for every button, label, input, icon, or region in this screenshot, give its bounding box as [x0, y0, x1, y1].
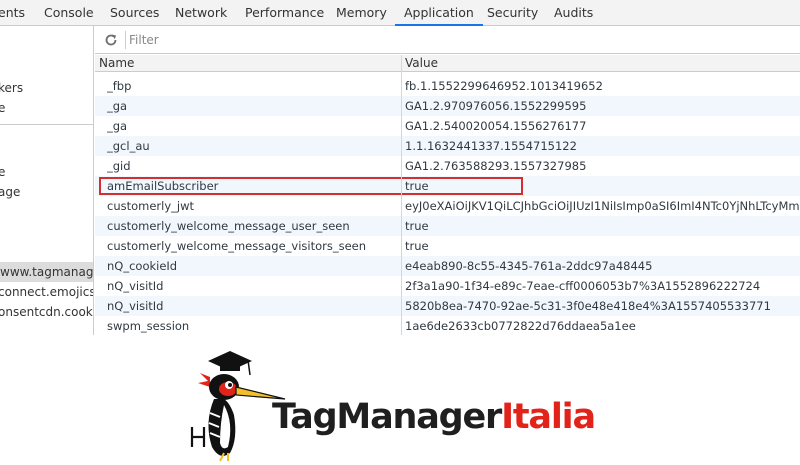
- cookie-value: GA1.2.540020054.1556276177: [405, 119, 587, 133]
- tab-performance[interactable]: Performance: [245, 0, 324, 26]
- sidebar-item-session-storage[interactable]: age: [0, 182, 20, 202]
- cookie-filter-bar: [95, 26, 800, 54]
- table-row[interactable]: _gid GA1.2.763588293.1557327985: [95, 156, 800, 176]
- table-row-highlighted[interactable]: amEmailSubscriber true: [95, 176, 800, 196]
- brand-wordmark-tagmanager: TagManager: [272, 397, 502, 437]
- cookie-value: e4eab890-8c55-4345-761a-2ddc97a48445: [405, 259, 653, 273]
- cookie-name: nQ_cookieId: [107, 259, 178, 273]
- cookie-name: _ga: [107, 119, 128, 133]
- table-row[interactable]: nQ_visitId 2f3a1a90-1f34-e89c-7eae-cff00…: [95, 276, 800, 296]
- table-row[interactable]: _ga GA1.2.970976056.1552299595: [95, 96, 800, 116]
- sidebar-item-cookie-tagmanageritalia[interactable]: www.tagmanageritalia.it: [0, 262, 93, 282]
- cookie-name: customerly_welcome_message_user_seen: [107, 219, 350, 233]
- cookie-name: _ga: [107, 99, 128, 113]
- cookie-name: swpm_session: [107, 319, 190, 333]
- table-row[interactable]: _gcl_au 1.1.1632441337.1554715122: [95, 136, 800, 156]
- cookie-value: 5820b8ea-7470-92ae-5c31-3f0e48e418e4%3A1…: [405, 299, 771, 313]
- table-row[interactable]: swpm_session 1ae6de2633cb0772822d76ddaea…: [95, 316, 800, 335]
- table-row[interactable]: _ga GA1.2.540020054.1556276177: [95, 116, 800, 136]
- table-row[interactable]: customerly_jwt eyJ0eXAiOiJKV1QiLCJhbGciO…: [95, 196, 800, 216]
- application-sidebar: kers e e age www.tagmanageritalia.it con…: [0, 26, 94, 335]
- tab-network[interactable]: Network: [175, 0, 227, 26]
- table-row[interactable]: customerly_welcome_message_user_seen tru…: [95, 216, 800, 236]
- filter-separator: [125, 31, 126, 49]
- cookie-value: true: [405, 179, 429, 193]
- sidebar-item-cookie-emojics[interactable]: connect.emojics.com: [0, 282, 93, 302]
- tab-memory[interactable]: Memory: [336, 0, 387, 26]
- refresh-icon[interactable]: [103, 32, 119, 48]
- column-header-value[interactable]: Value: [405, 55, 438, 72]
- tab-sources[interactable]: Sources: [110, 0, 159, 26]
- cookie-name: customerly_jwt: [107, 199, 195, 213]
- column-header-name[interactable]: Name: [99, 55, 134, 72]
- cookie-name: nQ_visitId: [107, 279, 164, 293]
- cookie-value: 2f3a1a90-1f34-e89c-7eae-cff0006053b7%3A1…: [405, 279, 761, 293]
- brand-wordmark: TagManagerItalia: [272, 397, 596, 437]
- tab-console[interactable]: Console: [44, 0, 94, 26]
- cookie-value: 1ae6de2633cb0772822d76ddaea5a1ee: [405, 319, 636, 333]
- sidebar-divider: [0, 124, 93, 125]
- sidebar-item-clear-storage[interactable]: e: [0, 98, 5, 118]
- table-row[interactable]: nQ_visitId 5820b8ea-7470-92ae-5c31-3f0e4…: [95, 296, 800, 316]
- tab-security[interactable]: Security: [487, 0, 538, 26]
- cookies-table: Name Value _fbp fb.1.1552299646952.10134…: [95, 55, 800, 335]
- cookie-value: fb.1.1552299646952.1013419652: [405, 79, 603, 93]
- cookie-name: _gcl_au: [107, 139, 150, 153]
- cookie-value: true: [405, 239, 429, 253]
- table-header: Name Value: [95, 55, 800, 72]
- sidebar-item-local-storage[interactable]: e: [0, 162, 5, 182]
- cookie-name: amEmailSubscriber: [107, 179, 219, 193]
- table-row[interactable]: _fbp fb.1.1552299646952.1013419652: [95, 76, 800, 96]
- cookie-value: GA1.2.763588293.1557327985: [405, 159, 587, 173]
- cookie-value: true: [405, 219, 429, 233]
- table-row[interactable]: nQ_cookieId e4eab890-8c55-4345-761a-2ddc…: [95, 256, 800, 276]
- tab-audits[interactable]: Audits: [554, 0, 593, 26]
- cookie-name: customerly_welcome_message_visitors_seen: [107, 239, 367, 253]
- tab-application[interactable]: Application: [395, 0, 483, 26]
- cookie-value: 1.1.1632441337.1554715122: [405, 139, 577, 153]
- brand-logo-area: TagManagerItalia: [0, 335, 800, 465]
- sidebar-item-service-workers[interactable]: kers: [0, 78, 23, 98]
- cookie-name: _gid: [107, 159, 131, 173]
- column-divider[interactable]: [401, 55, 402, 335]
- devtools-tabbar: ents Console Sources Network Performance…: [0, 0, 800, 26]
- cookie-value: eyJ0eXAiOiJKV1QiLCJhbGciOiJIUzI1NiIsImp0…: [405, 199, 800, 213]
- cookie-value: GA1.2.970976056.1552299595: [405, 99, 587, 113]
- sidebar-item-cookie-cookiebot[interactable]: onsentcdn.cookiebot.com: [0, 302, 93, 322]
- cookie-name: nQ_visitId: [107, 299, 164, 313]
- brand-wordmark-italia: Italia: [501, 397, 596, 437]
- table-row[interactable]: customerly_welcome_message_visitors_seen…: [95, 236, 800, 256]
- tab-elements[interactable]: ents: [0, 0, 25, 26]
- filter-input[interactable]: [129, 31, 729, 49]
- cookie-name: _fbp: [107, 79, 132, 93]
